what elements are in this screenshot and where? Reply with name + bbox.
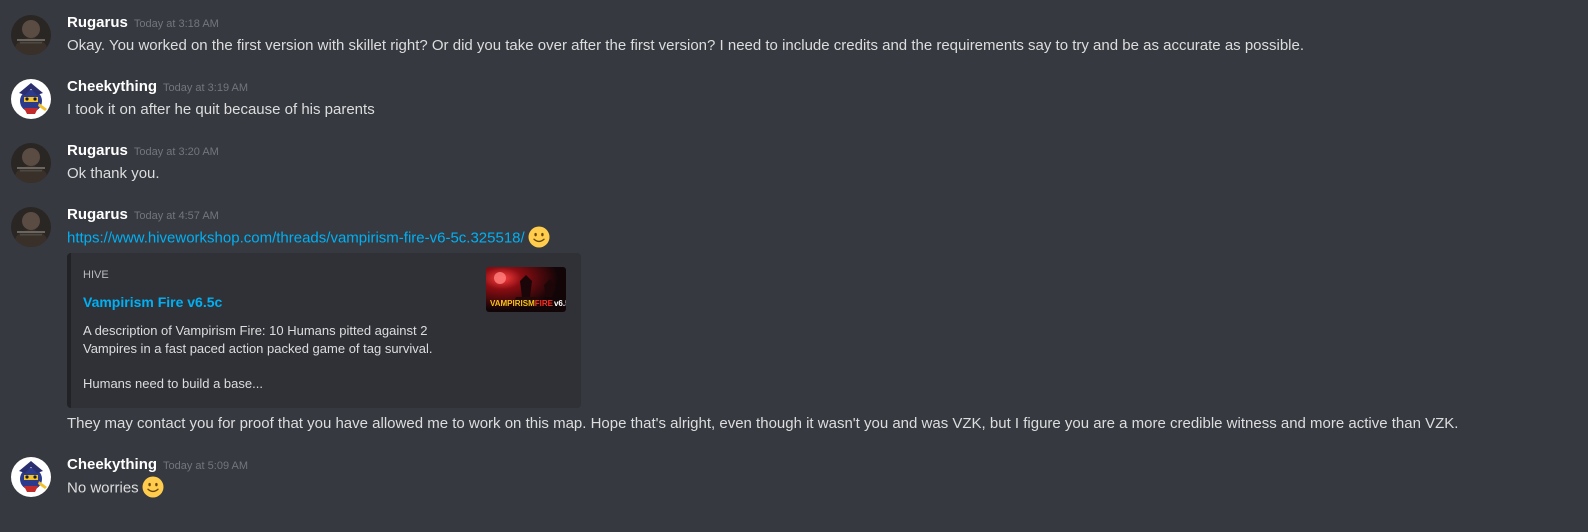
avatar[interactable]: [11, 457, 51, 497]
avatar[interactable]: [11, 207, 51, 247]
message-header: Rugarus Today at 4:57 AM: [67, 206, 219, 224]
message-header: Rugarus Today at 3:18 AM: [67, 14, 219, 32]
embed-title[interactable]: Vampirism Fire v6.5c: [83, 294, 222, 310]
message-header: Cheekything Today at 5:09 AM: [67, 456, 248, 474]
message-text: Okay. You worked on the first version wi…: [67, 37, 1305, 54]
timestamp: Today at 5:09 AM: [163, 460, 249, 472]
message-text: No worries: [67, 476, 164, 498]
timestamp: Today at 3:18 AM: [133, 18, 219, 30]
message-text: https://www.hiveworkshop.com/threads/vam…: [67, 226, 550, 248]
slightly-smiling-face-icon: [528, 226, 550, 248]
avatar[interactable]: [11, 15, 51, 55]
username[interactable]: Rugarus: [67, 14, 128, 31]
message-header: Cheekything Today at 3:19 AM: [67, 78, 248, 96]
username[interactable]: Cheekything: [67, 78, 157, 95]
username[interactable]: Cheekything: [67, 456, 157, 473]
embed-provider: HIVE: [83, 269, 109, 281]
message-header: Rugarus Today at 3:20 AM: [67, 142, 219, 160]
username[interactable]: Rugarus: [67, 206, 128, 223]
timestamp: Today at 3:19 AM: [163, 82, 249, 94]
message-text-content: No worries: [67, 479, 139, 497]
embed-description: A description of Vampirism Fire: 10 Huma…: [83, 322, 453, 393]
link-embed: HIVE Vampirism Fire v6.5c A description …: [67, 253, 581, 408]
slightly-smiling-face-icon: [142, 476, 164, 498]
chat-message-list: Rugarus Today at 3:18 AM Okay. You worked…: [0, 0, 1588, 532]
avatar[interactable]: [11, 143, 51, 183]
message-text: They may contact you for proof that you …: [67, 415, 1459, 432]
timestamp: Today at 3:20 AM: [133, 146, 219, 158]
embed-description-paragraph: Humans need to build a base...: [83, 376, 263, 391]
embed-thumbnail[interactable]: VAMPIRISMFIREv6.5c: [486, 267, 566, 312]
timestamp: Today at 4:57 AM: [133, 210, 219, 222]
embed-description-paragraph: A description of Vampirism Fire: 10 Huma…: [83, 323, 433, 356]
avatar[interactable]: [11, 79, 51, 119]
thumbnail-title: VAMPIRISMFIREv6.5c: [490, 299, 566, 308]
message-text: Ok thank you.: [67, 165, 160, 182]
message-text: I took it on after he quit because of hi…: [67, 101, 375, 118]
message-link[interactable]: https://www.hiveworkshop.com/threads/vam…: [67, 229, 525, 246]
username[interactable]: Rugarus: [67, 142, 128, 159]
